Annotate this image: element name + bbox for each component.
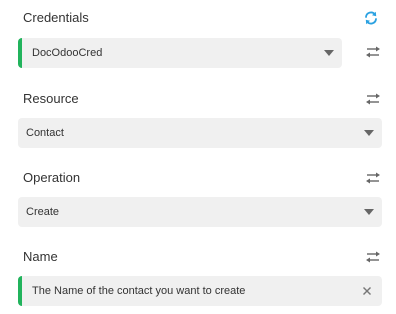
name-input-value: The Name of the contact you want to crea… [32,285,246,297]
resource-label-row: Resource [18,89,382,109]
resource-select[interactable]: Contact [18,118,382,148]
credentials-label: Credentials [23,10,89,25]
name-section: Name The Name of the contact you want to… [18,247,382,309]
name-label: Name [23,249,58,264]
name-input[interactable]: The Name of the contact you want to crea… [18,276,382,306]
resource-label: Resource [23,91,79,106]
chevron-down-icon [364,209,374,215]
credentials-section: Credentials DocOdooCred [18,8,382,70]
close-icon[interactable] [360,276,374,306]
chevron-down-icon [364,130,374,136]
swap-icon[interactable] [364,44,382,60]
credentials-selected-value: DocOdooCred [32,47,103,59]
operation-label: Operation [23,170,81,185]
swap-icon[interactable] [364,170,382,186]
swap-icon[interactable] [364,91,382,107]
operation-selected-value: Create [26,206,60,218]
operation-select[interactable]: Create [18,197,382,227]
resource-selected-value: Contact [26,127,64,139]
credentials-select[interactable]: DocOdooCred [18,38,342,68]
node-parameters-panel: Credentials DocOdooCred Resource Contact… [0,0,396,314]
name-label-row: Name [18,247,382,267]
operation-label-row: Operation [18,168,382,188]
resource-section: Resource Contact [18,89,382,149]
chevron-down-icon [324,50,334,56]
operation-section: Operation Create [18,168,382,228]
refresh-icon[interactable] [362,10,380,26]
credentials-label-row: Credentials [18,8,382,28]
swap-icon[interactable] [364,249,382,265]
